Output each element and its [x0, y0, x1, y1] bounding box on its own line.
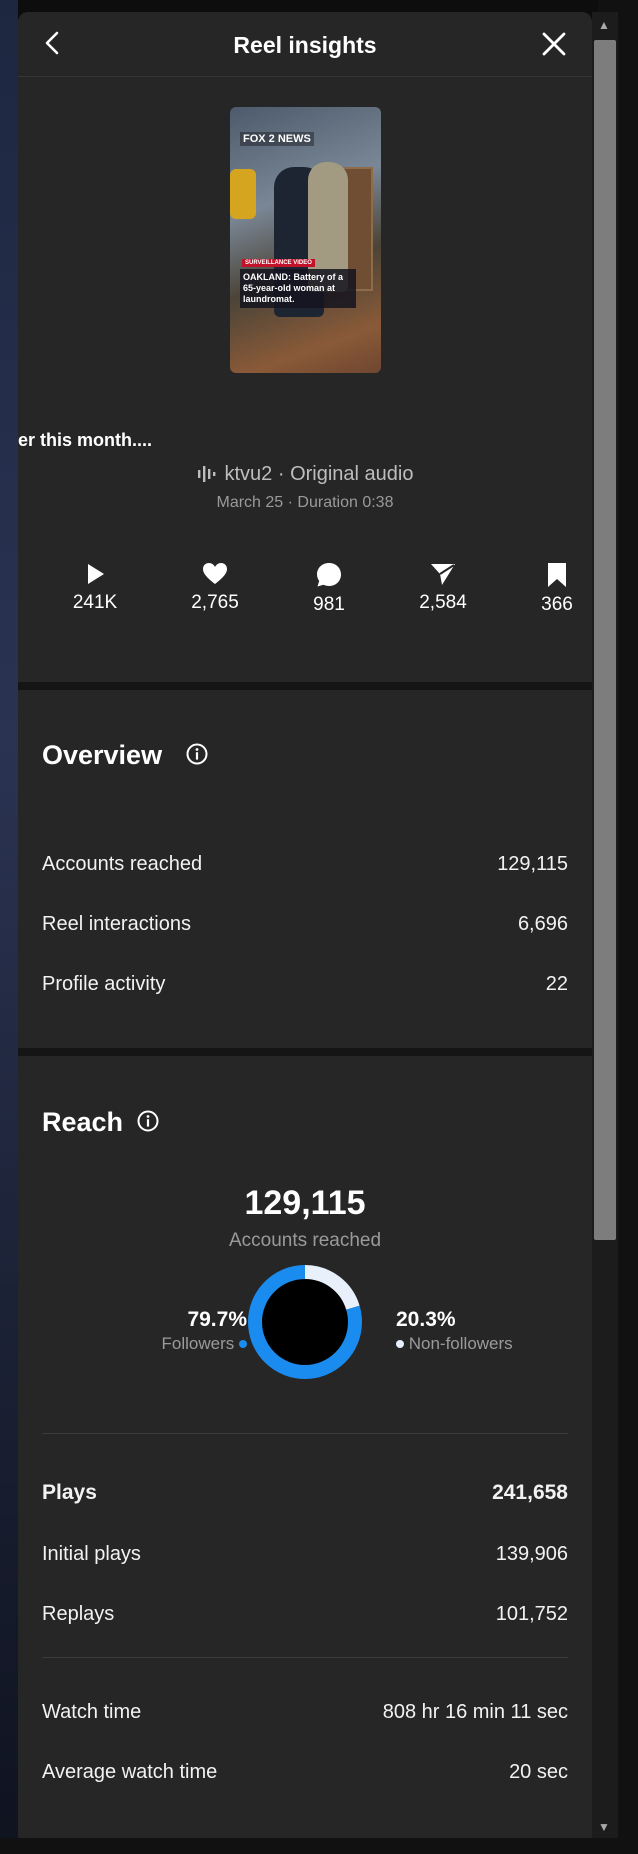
row-label: Profile activity: [42, 973, 166, 995]
row-label: Plays: [42, 1481, 97, 1504]
reel-audio[interactable]: ktvu2 · Original audio: [18, 463, 592, 486]
reel-thumbnail[interactable]: FOX 2 NEWS SURVEILLANCE VIDEO OAKLAND: B…: [230, 107, 381, 373]
modal-title: Reel insights: [233, 32, 377, 58]
modal-header: Reel insights: [18, 12, 592, 77]
divider: [42, 1433, 568, 1434]
reel-stats: 241K 2,765 981 2,584 366: [18, 562, 592, 632]
followers-legend: 79.7% Followers: [162, 1308, 247, 1354]
row-value: 6,696: [517, 913, 568, 935]
stat-value: 2,765: [191, 592, 239, 613]
row-value: 22: [545, 973, 568, 995]
stat-shares: 2,584: [393, 562, 493, 614]
stat-value: 241K: [72, 592, 118, 613]
followers-label: Followers: [161, 1334, 235, 1353]
bookmark-icon: [548, 563, 566, 587]
modal-scrollbar[interactable]: ▲ ▼: [592, 12, 618, 1838]
followers-percent: 79.7%: [187, 1308, 247, 1331]
row-label: Initial plays: [42, 1543, 141, 1565]
share-icon: [431, 564, 455, 585]
reach-title: Reach: [42, 1107, 124, 1137]
thumbnail-caption: OAKLAND: Battery of a 65-year-old woman …: [240, 269, 356, 308]
non-followers-legend: 20.3% Non-followers: [396, 1308, 513, 1354]
plays-row: Initial plays 139,906: [42, 1543, 568, 1566]
row-value: 241,658: [492, 1481, 568, 1504]
overview-title: Overview: [42, 740, 163, 770]
info-icon[interactable]: [186, 743, 208, 765]
plays-row: Plays 241,658: [42, 1481, 568, 1505]
non-followers-percent: 20.3%: [396, 1308, 456, 1331]
non-followers-label: Non-followers: [408, 1334, 513, 1353]
stat-value: 2,584: [419, 592, 467, 613]
overview-row: Reel interactions 6,696: [42, 913, 568, 936]
row-label: Watch time: [42, 1701, 142, 1723]
info-icon[interactable]: [137, 1110, 159, 1132]
scroll-down-arrow-icon[interactable]: ▼: [598, 1820, 610, 1834]
thumbnail-tag: SURVEILLANCE VIDEO: [242, 259, 315, 267]
stat-comments: 981: [279, 562, 379, 616]
comment-icon: [317, 563, 341, 587]
stat-value: 366: [541, 594, 573, 615]
overview-row: Profile activity 22: [42, 973, 568, 996]
background-page-left: [0, 0, 18, 1854]
scrollbar-thumb[interactable]: [594, 40, 616, 1240]
non-followers-label-row: Non-followers: [396, 1334, 513, 1354]
watch-row: Watch time 808 hr 16 min 11 sec: [42, 1701, 568, 1724]
background-page-bottom: [0, 1838, 638, 1854]
row-value: 129,115: [497, 853, 568, 875]
reel-date-duration: March 25 · Duration 0:38: [216, 494, 394, 511]
followers-dot: [239, 1340, 247, 1348]
overview-row: Accounts reached 129,115: [42, 853, 568, 876]
heart-icon: [203, 563, 227, 584]
section-separator: [18, 1048, 592, 1056]
followers-label-row: Followers: [162, 1334, 247, 1354]
stat-value: 981: [313, 594, 345, 615]
audio-wave-icon: [197, 466, 215, 482]
row-value: 20 sec: [509, 1761, 568, 1783]
divider: [42, 1657, 568, 1658]
reel-audio-label: ktvu2 · Original audio: [224, 463, 414, 485]
row-label: Replays: [42, 1603, 115, 1625]
reel-insights-modal: Reel insights FOX 2 NEWS SURVEILLANCE VI…: [18, 12, 592, 1838]
reach-accounts-reached-label: Accounts reached: [228, 1230, 382, 1251]
stat-plays: 241K: [45, 562, 145, 614]
reel-description: er this month....: [18, 430, 153, 450]
row-label: Accounts reached: [42, 853, 203, 875]
row-value: 101,752: [495, 1603, 568, 1625]
scroll-up-arrow-icon[interactable]: ▲: [598, 18, 610, 32]
thumbnail-figure: [230, 169, 256, 219]
watch-row: Average watch time 20 sec: [42, 1761, 568, 1784]
row-label: Reel interactions: [42, 913, 191, 935]
stat-saves: 366: [507, 562, 592, 616]
thumbnail-logo: FOX 2 NEWS: [240, 132, 314, 146]
row-value: 808 hr 16 min 11 sec: [382, 1701, 568, 1723]
reach-accounts-reached-value: 129,115: [244, 1184, 366, 1222]
row-value: 139,906: [495, 1543, 568, 1565]
close-icon[interactable]: [540, 30, 568, 58]
row-label: Average watch time: [42, 1761, 218, 1783]
plays-row: Replays 101,752: [42, 1603, 568, 1626]
section-separator: [18, 682, 592, 690]
play-icon: [88, 564, 104, 584]
stat-likes: 2,765: [165, 562, 265, 614]
reach-donut-chart: [248, 1265, 362, 1379]
non-followers-dot: [396, 1340, 404, 1348]
